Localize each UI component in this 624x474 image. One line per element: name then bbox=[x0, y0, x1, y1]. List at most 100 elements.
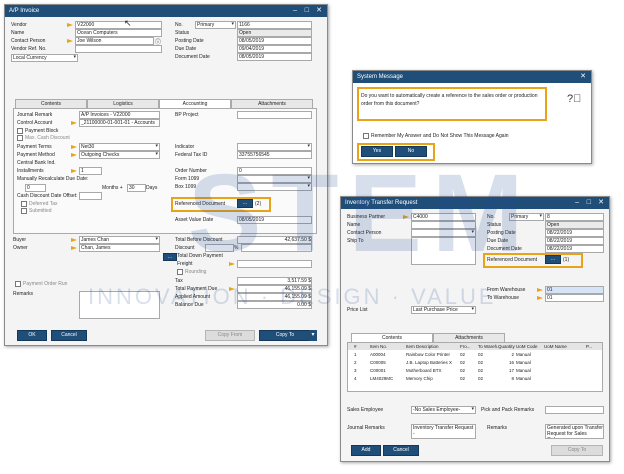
itr-tab-contents[interactable]: Contents bbox=[351, 333, 433, 342]
remember-answer-checkbox[interactable] bbox=[363, 133, 369, 139]
grid-header-cell[interactable]: Item Description bbox=[406, 343, 439, 350]
rounding-checkbox[interactable] bbox=[177, 269, 183, 275]
table-cell[interactable]: C00005 bbox=[370, 359, 386, 366]
minimize-icon[interactable]: – bbox=[575, 197, 579, 209]
table-row[interactable]: 3 C00001 Motherboard BTX 02 02 17 Manual bbox=[348, 367, 602, 374]
itr-document-date-field[interactable]: 08/22/2019 bbox=[545, 245, 604, 253]
table-row[interactable]: 4 LM4029MC Memory Chip 02 02 8 Manual bbox=[348, 375, 602, 382]
installments-arrow-icon[interactable] bbox=[71, 169, 77, 173]
copy-from-button[interactable]: Copy From bbox=[205, 330, 255, 341]
maximize-icon[interactable]: □ bbox=[587, 197, 591, 209]
tab-logistics[interactable]: Logistics bbox=[87, 99, 159, 108]
table-cell[interactable]: 02 bbox=[460, 351, 465, 358]
close-icon[interactable]: ✕ bbox=[316, 5, 322, 17]
table-row[interactable]: 1 A00004 Rainbow Color Printer 02 02 2 Manual bbox=[348, 351, 602, 358]
table-cell[interactable]: 02 bbox=[460, 375, 465, 382]
name-field[interactable]: Ocean Computers bbox=[75, 29, 162, 37]
to-warehouse-field[interactable]: 01 bbox=[545, 294, 604, 302]
itr-number-field[interactable]: 8 bbox=[545, 213, 604, 221]
vendor-link-arrow-icon[interactable] bbox=[67, 23, 73, 27]
table-cell[interactable]: 02 bbox=[478, 375, 483, 382]
sales-employee-select[interactable]: -No Sales Employee- bbox=[411, 406, 476, 414]
payment-terms-select[interactable]: Net30 bbox=[79, 143, 160, 151]
tab-accounting[interactable]: Accounting bbox=[159, 99, 231, 108]
contact-link-arrow-icon[interactable] bbox=[67, 39, 73, 43]
to-warehouse-arrow-icon[interactable] bbox=[537, 296, 543, 300]
months-field[interactable]: 0 bbox=[25, 184, 46, 192]
payment-method-arrow-icon[interactable] bbox=[71, 153, 77, 157]
tab-attachments[interactable]: Attachments bbox=[231, 99, 313, 108]
grid-header-cell[interactable]: P... bbox=[586, 343, 592, 350]
table-cell[interactable]: 17 bbox=[498, 367, 514, 374]
cancel-button[interactable]: Cancel bbox=[51, 330, 87, 341]
table-cell[interactable]: LM4029MC bbox=[370, 375, 393, 382]
journal-remark-field[interactable]: A/P Invoices - V22000 bbox=[79, 111, 160, 119]
payment-terms-arrow-icon[interactable] bbox=[71, 145, 77, 149]
copy-to-button[interactable]: Copy To bbox=[259, 330, 311, 341]
itr-copy-to-button[interactable]: Copy To bbox=[551, 445, 603, 456]
close-icon[interactable]: ✕ bbox=[580, 71, 586, 83]
table-cell[interactable]: 1 bbox=[354, 351, 357, 358]
from-warehouse-field[interactable]: 01 bbox=[545, 286, 604, 294]
table-cell[interactable]: J.B. Laptop Batteries X bbox=[406, 359, 452, 366]
table-cell[interactable]: Manual bbox=[516, 375, 531, 382]
from-warehouse-arrow-icon[interactable] bbox=[537, 288, 543, 292]
table-cell[interactable]: 02 bbox=[478, 359, 483, 366]
journal-remarks-field[interactable]: Inventory Transfer Request - bbox=[411, 424, 476, 439]
itr-referenced-document-button[interactable]: ... bbox=[545, 255, 561, 264]
table-cell[interactable]: 2 bbox=[498, 351, 514, 358]
tab-contents[interactable]: Contents bbox=[15, 99, 87, 108]
doc-number-field[interactable]: 1166 bbox=[237, 21, 312, 29]
table-cell[interactable]: Memory Chip bbox=[406, 375, 433, 382]
contact-person-field[interactable]: Joe Wilson bbox=[75, 37, 154, 45]
table-row[interactable]: 2 C00005 J.B. Laptop Batteries X 02 02 16 Manu… bbox=[348, 359, 602, 366]
submitted-checkbox[interactable] bbox=[21, 208, 27, 214]
vendor-ref-field[interactable] bbox=[75, 45, 162, 53]
ok-button[interactable]: OK bbox=[17, 330, 47, 341]
series-select[interactable]: Primary bbox=[195, 21, 236, 29]
posting-date-field[interactable]: 08/05/2019 bbox=[237, 37, 312, 45]
grid-header-cell[interactable]: UoM Name bbox=[544, 343, 567, 350]
grid-header-cell[interactable]: Item No. bbox=[370, 343, 387, 350]
table-cell[interactable]: Manual bbox=[516, 367, 531, 374]
itr-due-date-field[interactable]: 08/22/2019 bbox=[545, 237, 604, 245]
add-button[interactable]: Add bbox=[351, 445, 381, 456]
grid-header-cell[interactable]: UoM Code bbox=[516, 343, 538, 350]
close-icon[interactable]: ✕ bbox=[598, 197, 604, 209]
grid-header-cell[interactable]: Quantity bbox=[498, 343, 515, 350]
owner-field[interactable]: Chan, James bbox=[79, 244, 160, 252]
payment-order-run-checkbox[interactable] bbox=[15, 281, 21, 287]
table-cell[interactable]: 02 bbox=[460, 367, 465, 374]
owner-arrow-icon[interactable] bbox=[71, 246, 77, 250]
table-cell[interactable]: 02 bbox=[460, 359, 465, 366]
grid-header-cell[interactable]: Fro... bbox=[460, 343, 471, 350]
pick-pack-remarks-field[interactable] bbox=[545, 406, 604, 414]
table-cell[interactable]: C00001 bbox=[370, 367, 386, 374]
table-cell[interactable]: 4 bbox=[354, 375, 357, 382]
max-cash-discount-checkbox[interactable] bbox=[17, 135, 23, 141]
bp-project-field[interactable] bbox=[237, 111, 312, 119]
down-payment-button[interactable]: ... bbox=[163, 253, 177, 261]
table-cell[interactable]: A00004 bbox=[370, 351, 386, 358]
table-cell[interactable]: 02 bbox=[478, 367, 483, 374]
document-date-field[interactable]: 08/05/2019 bbox=[237, 53, 312, 61]
cash-discount-offset-field[interactable] bbox=[79, 192, 102, 200]
table-cell[interactable]: 02 bbox=[478, 351, 483, 358]
table-cell[interactable]: 3 bbox=[354, 367, 357, 374]
installments-field[interactable]: 1 bbox=[79, 167, 102, 175]
table-cell[interactable]: Manual bbox=[516, 351, 531, 358]
table-cell[interactable]: 8 bbox=[498, 375, 514, 382]
maximize-icon[interactable]: □ bbox=[305, 5, 309, 17]
deferred-tax-checkbox[interactable] bbox=[21, 201, 27, 207]
table-cell[interactable]: 2 bbox=[354, 359, 357, 366]
vendor-field[interactable]: V22000 bbox=[75, 21, 162, 29]
control-account-arrow-icon[interactable] bbox=[71, 121, 77, 125]
currency-select[interactable]: Local Currency bbox=[11, 54, 78, 62]
copy-to-dropdown-icon[interactable]: ▾ bbox=[309, 330, 317, 341]
control-account-field[interactable]: _21100000-01-001-01 - Accounts bbox=[79, 119, 160, 127]
grid-header-cell[interactable]: # bbox=[354, 343, 357, 350]
itr-cancel-button[interactable]: Cancel bbox=[383, 445, 419, 456]
table-cell[interactable]: 16 bbox=[498, 359, 514, 366]
table-cell[interactable]: Manual bbox=[516, 359, 531, 366]
table-cell[interactable]: Motherboard BTX bbox=[406, 367, 442, 374]
